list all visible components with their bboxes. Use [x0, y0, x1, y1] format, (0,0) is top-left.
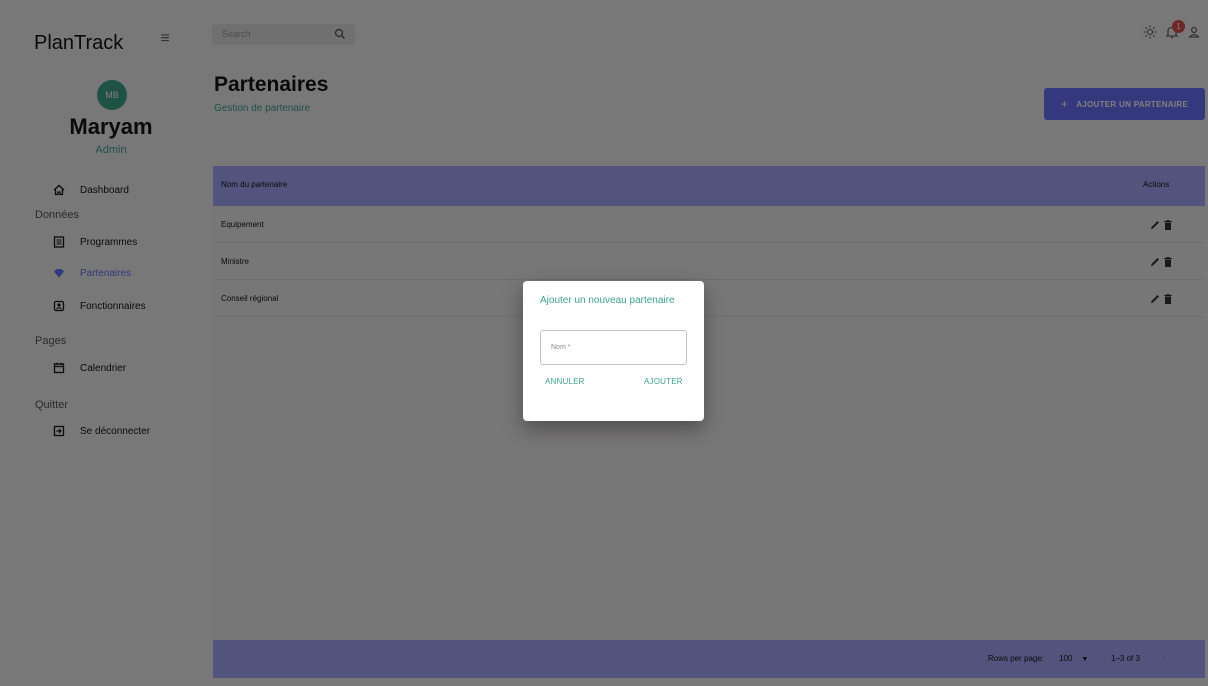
name-field[interactable]: Nom * — [540, 330, 687, 365]
app-root: PlanTrack ≡ MB Maryam Admin Dashboard Do… — [0, 0, 1208, 686]
add-button[interactable]: AJOUTER — [644, 377, 683, 386]
add-partner-dialog: Ajouter un nouveau partenaire Nom * ANNU… — [523, 281, 704, 421]
cancel-button[interactable]: ANNULER — [545, 377, 585, 386]
name-field-label: Nom * — [551, 344, 571, 351]
dialog-title: Ajouter un nouveau partenaire — [540, 295, 675, 306]
